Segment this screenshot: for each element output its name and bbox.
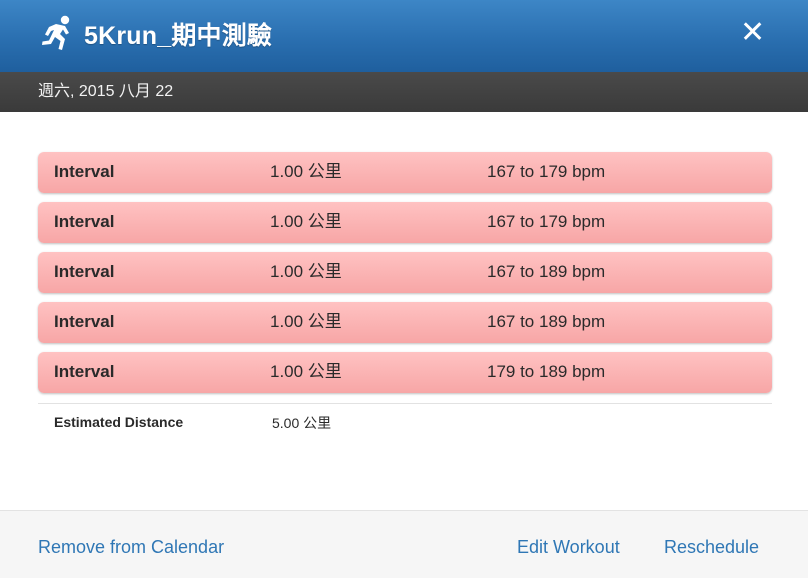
workout-steps: Interval 1.00 公里 167 to 179 bpm Interval…	[38, 152, 772, 402]
step-heart-rate: 179 to 189 bpm	[487, 362, 606, 381]
modal-header: 5Krun_期中測驗 ✕	[0, 0, 808, 72]
step-distance: 1.00 公里	[270, 312, 342, 331]
step-heart-rate: 167 to 179 bpm	[487, 162, 606, 181]
workout-modal: 5Krun_期中測驗 ✕ 週六, 2015 八月 22 Interval 1.0…	[0, 0, 808, 578]
runner-icon	[38, 14, 76, 54]
step-heart-rate: 167 to 189 bpm	[487, 262, 606, 281]
interval-step: Interval 1.00 公里 167 to 179 bpm	[38, 202, 772, 243]
remove-from-calendar-link[interactable]: Remove from Calendar	[38, 537, 224, 558]
step-distance: 1.00 公里	[270, 362, 342, 381]
interval-step: Interval 1.00 公里 167 to 179 bpm	[38, 152, 772, 193]
step-type: Interval	[54, 312, 115, 331]
step-type: Interval	[54, 262, 115, 281]
workout-title: 5Krun_期中測驗	[84, 22, 273, 50]
interval-step: Interval 1.00 公里 167 to 189 bpm	[38, 302, 772, 343]
edit-workout-link[interactable]: Edit Workout	[517, 537, 620, 558]
step-distance: 1.00 公里	[270, 162, 342, 181]
step-heart-rate: 167 to 179 bpm	[487, 212, 606, 231]
step-distance: 1.00 公里	[270, 262, 342, 281]
workout-date: 週六, 2015 八月 22	[0, 72, 808, 112]
step-type: Interval	[54, 212, 115, 231]
reschedule-link[interactable]: Reschedule	[664, 537, 759, 558]
step-heart-rate: 167 to 189 bpm	[487, 312, 606, 331]
step-type: Interval	[54, 362, 115, 381]
interval-step: Interval 1.00 公里 179 to 189 bpm	[38, 352, 772, 393]
estimated-distance-value: 5.00 公里	[272, 415, 332, 431]
step-type: Interval	[54, 162, 115, 181]
step-distance: 1.00 公里	[270, 212, 342, 231]
close-icon[interactable]: ✕	[740, 18, 765, 48]
interval-step: Interval 1.00 公里 167 to 189 bpm	[38, 252, 772, 293]
modal-footer: Remove from Calendar Edit Workout Resche…	[0, 510, 808, 578]
divider	[38, 403, 772, 404]
estimated-distance-label: Estimated Distance	[54, 414, 184, 430]
